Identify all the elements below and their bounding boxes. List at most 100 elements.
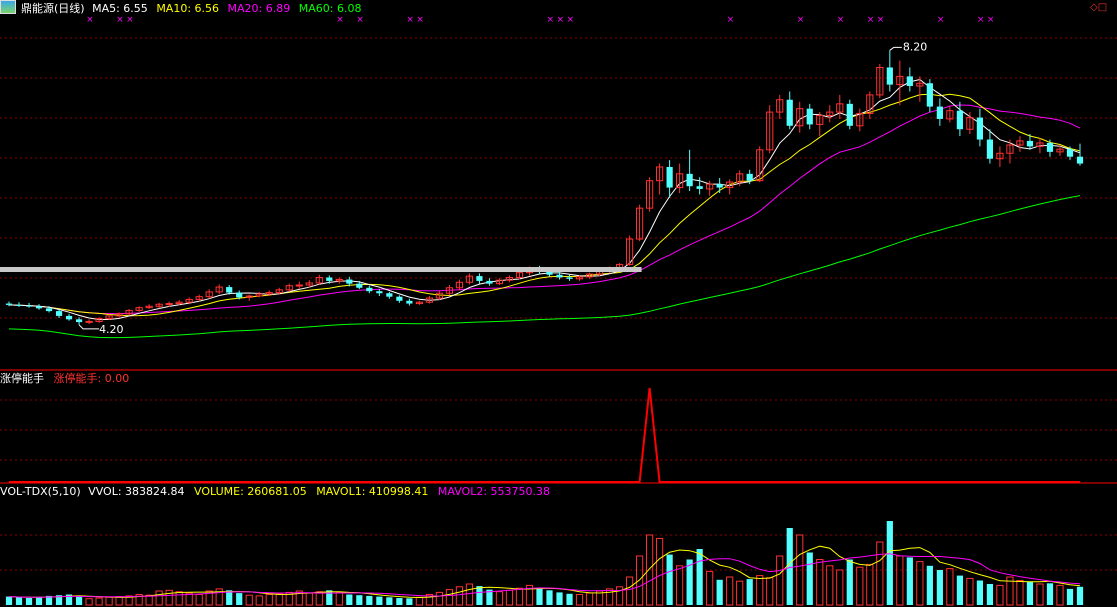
- candle-body-down: [386, 293, 393, 297]
- volume-bar-up: [495, 591, 504, 606]
- indicator2-header: VOL-TDX(5,10) VVOL: 383824.84 VOLUME: 26…: [0, 484, 556, 500]
- square-icon[interactable]: □: [1098, 2, 1107, 13]
- volume-bar-up: [826, 565, 834, 606]
- volume-bar-up: [255, 595, 263, 606]
- volume-bar-down: [566, 593, 573, 605]
- high-price-label: 8.20: [903, 40, 928, 53]
- diamond-icon[interactable]: ◇: [1090, 2, 1098, 13]
- volume-bar-up: [706, 570, 714, 606]
- volume-bar-up: [95, 597, 103, 606]
- volume-bar-down: [546, 590, 553, 605]
- volume-bar-down: [346, 594, 353, 605]
- volume-bar-up: [435, 591, 444, 606]
- high-pointer: [889, 46, 902, 51]
- candle-body-down: [65, 315, 73, 320]
- volume-bar-down: [906, 557, 913, 605]
- volume-bar-up: [415, 596, 423, 606]
- volume-bar-up: [766, 577, 774, 606]
- volume-bar-up: [315, 591, 323, 606]
- volume-bar-up: [625, 576, 634, 606]
- candle-body-down: [806, 108, 813, 125]
- candle-body-down: [936, 106, 943, 119]
- volume-bar-down: [716, 579, 723, 605]
- candle-body-down: [476, 276, 483, 281]
- candle-body-down: [5, 303, 13, 305]
- candle-body-down: [1026, 140, 1034, 147]
- volume-bar-up: [515, 587, 524, 606]
- volume-bar-down: [35, 596, 43, 605]
- volume-bar-up: [245, 594, 253, 606]
- volume-bar-up: [265, 594, 273, 606]
- volume-bar-up: [676, 565, 684, 606]
- candle-body-down: [376, 291, 383, 294]
- candle-body-up: [165, 303, 173, 306]
- volume-bar-up: [736, 580, 744, 606]
- candle-body-down: [35, 306, 43, 309]
- signal-marker: ×: [727, 15, 735, 25]
- volume-bar-up: [455, 586, 464, 606]
- indicator1-value: 涨停能手: 0.00: [53, 372, 130, 385]
- volume-bar-up: [1036, 583, 1044, 606]
- candle-body-down: [786, 99, 793, 126]
- candle-body-down: [25, 305, 33, 307]
- vvol-value: VVOL: 383824.84: [88, 485, 185, 498]
- volume-value: VOLUME: 260681.05: [194, 485, 307, 498]
- volume-bar-up: [195, 594, 203, 606]
- volume-bar-down: [976, 580, 984, 605]
- volume-bar-down: [386, 597, 393, 605]
- volume-bar-up: [966, 577, 974, 606]
- low-pointer: [78, 324, 100, 330]
- volume-bar-down: [5, 596, 13, 605]
- volume-bar-up: [585, 592, 594, 606]
- volume-bar-up: [275, 593, 283, 606]
- signal-marker: ×: [567, 15, 575, 25]
- volume-bar-up: [876, 541, 884, 606]
- app-icon: [0, 0, 16, 14]
- volume-bar-up: [856, 566, 864, 606]
- ma10-line: [8, 93, 1081, 317]
- candle-body-down: [346, 279, 353, 284]
- chart-canvas[interactable]: 8.204.20× × × × × × × × × × × × × × × × × ×: [0, 0, 1117, 607]
- ma5-value: MA5: 6.55: [92, 2, 148, 15]
- limit-up-signal-line: [9, 387, 1080, 483]
- ma20-value: MA20: 6.89: [227, 2, 291, 15]
- volume-bar-up: [575, 594, 584, 606]
- signal-marker: ×: [416, 15, 424, 25]
- candle-body-down: [366, 287, 373, 292]
- volume-bar-up: [836, 569, 844, 606]
- ma60-value: MA60: 6.08: [298, 2, 362, 15]
- candle-body-down: [1076, 156, 1084, 164]
- candle-body-down: [55, 311, 63, 316]
- stock-chart-window: 8.20 4.20 × × × × × × × × × × × × × × × × × × 鼎能源(日线) MA5: …: [0, 0, 1117, 607]
- ma10-value: MA10: 6.56: [156, 2, 220, 15]
- volume-bar-down: [326, 590, 333, 605]
- signal-marker: ×: [877, 15, 885, 25]
- stock-name: 鼎能源(日线): [21, 2, 85, 15]
- signal-marker: ×: [356, 15, 364, 25]
- candle-body-down: [236, 292, 243, 298]
- candle-body-down: [906, 76, 913, 86]
- signal-marker: ×: [797, 15, 805, 25]
- candle-body-down: [356, 283, 363, 288]
- candle-body-down: [45, 308, 53, 312]
- signal-marker: ×: [867, 15, 875, 25]
- candle-body-down: [1066, 149, 1074, 157]
- volume-bar-down: [786, 528, 793, 605]
- volume-bar-up: [605, 588, 614, 606]
- volume-bar-up: [726, 576, 734, 606]
- volume-bar-down: [356, 595, 363, 605]
- candle-body-down: [886, 67, 893, 85]
- volume-bar-down: [886, 521, 893, 605]
- volume-bar-down: [936, 570, 943, 605]
- candle-body-down: [75, 319, 83, 323]
- signal-marker: ×: [557, 15, 565, 25]
- volume-bar-down: [536, 587, 543, 605]
- volume-bar-down: [406, 598, 413, 605]
- candle-body-down: [696, 186, 703, 189]
- volume-bar-up: [615, 586, 624, 606]
- candle-body-down: [986, 139, 994, 159]
- volume-bar-down: [376, 596, 383, 605]
- corner-buttons[interactable]: ◇□: [1090, 2, 1107, 13]
- volume-bar-up: [155, 590, 163, 606]
- mavol2-value: MAVOL2: 553750.38: [437, 485, 551, 498]
